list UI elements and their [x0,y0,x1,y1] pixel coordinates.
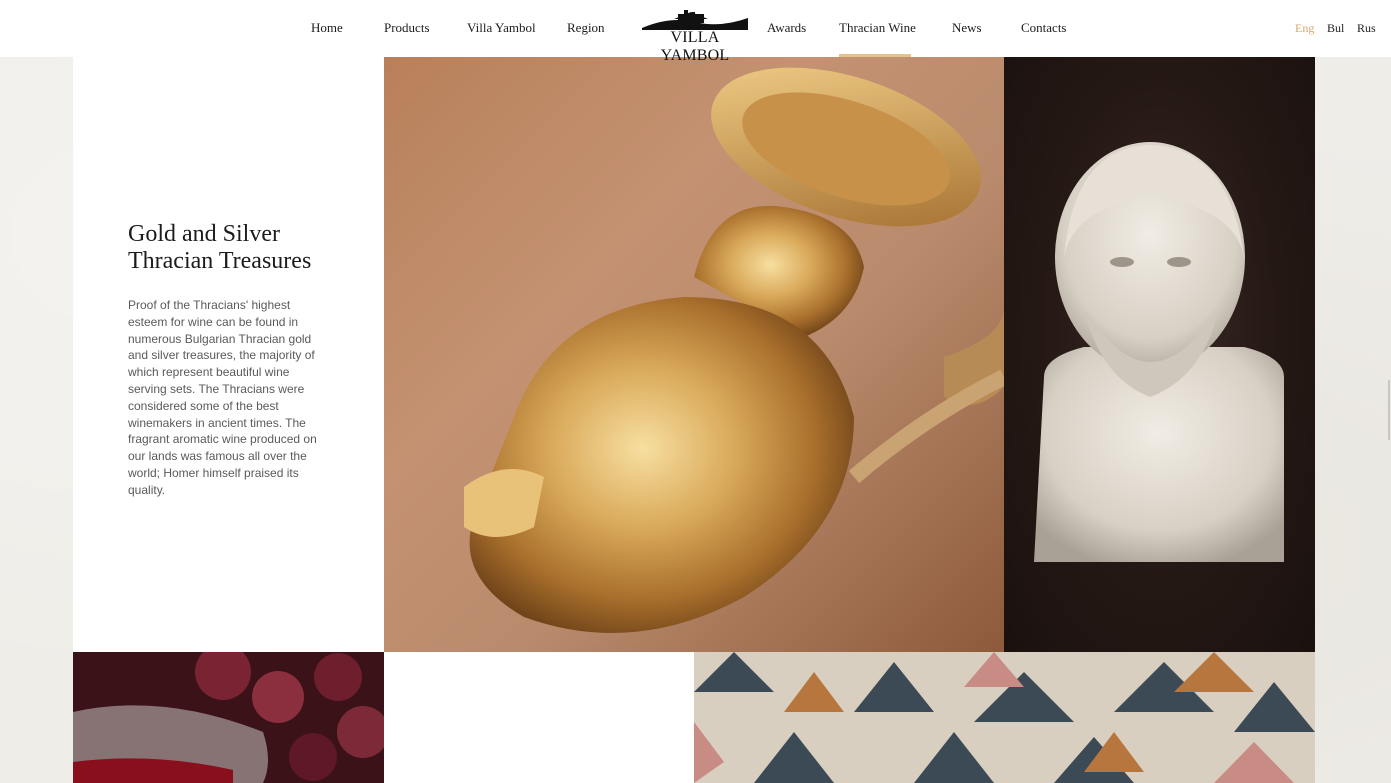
nav-region[interactable]: Region [567,0,605,57]
section-title-line-1: Gold and Silver [128,221,280,247]
villa-silhouette-icon [642,10,748,30]
logo-wordmark: VILLA YAMBOL [660,29,730,64]
marble-bust-illustration [1034,142,1284,562]
site-logo[interactable]: VILLA YAMBOL [640,8,750,64]
text-panel: Gold and Silver Thracian Treasures Proof… [73,57,384,652]
mosaic-pattern-illustration [694,652,1315,783]
wine-glass-illustration [73,652,384,783]
homer-bust-image [1004,57,1315,652]
nav-news[interactable]: News [952,0,982,57]
nav-products[interactable]: Products [384,0,430,57]
lang-eng[interactable]: Eng [1295,0,1314,57]
nav-villa-yambol[interactable]: Villa Yambol [467,0,536,57]
site-header: Home Products Villa Yambol Region VILLA … [0,0,1391,64]
page-scrollbar[interactable] [1387,0,1391,783]
nav-awards[interactable]: Awards [767,0,806,57]
lang-rus[interactable]: Rus [1357,0,1376,57]
nav-thracian-wine[interactable]: Thracian Wine [839,0,916,57]
golden-jug-illustration [464,67,1004,633]
section-title-line-2: Thracian Treasures [128,248,312,274]
blank-panel [384,652,694,783]
section-title: Gold and Silver Thracian Treasures [128,221,358,275]
golden-jug-image [384,57,1004,652]
section-body: Proof of the Thracians' highest esteem f… [128,298,317,497]
red-wine-grapes-image [73,652,384,783]
mosaic-image [694,652,1315,783]
lang-bul[interactable]: Bul [1327,0,1344,57]
nav-home[interactable]: Home [311,0,343,57]
scrollbar-thumb[interactable] [1388,380,1390,440]
nav-contacts[interactable]: Contacts [1021,0,1067,57]
